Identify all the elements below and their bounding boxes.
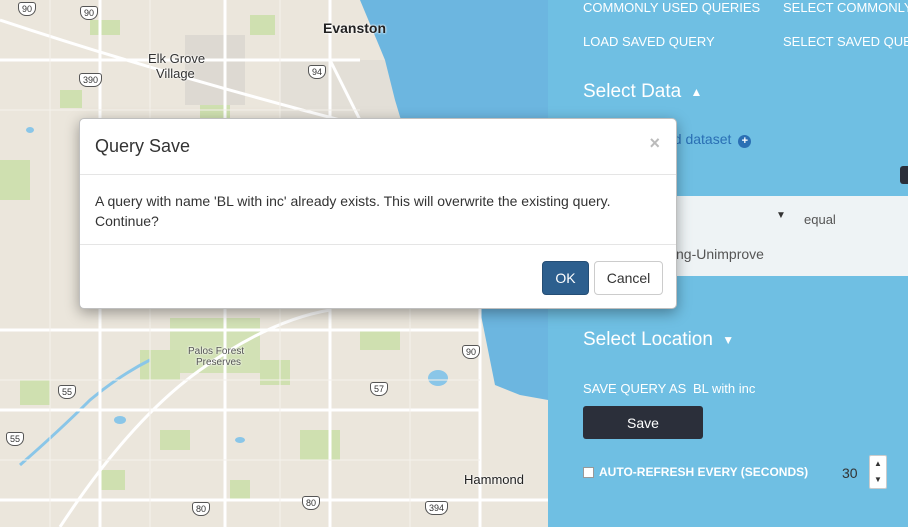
- highway-shield: 55: [58, 385, 77, 399]
- chevron-down-icon: ▼: [722, 332, 735, 347]
- auto-refresh-seconds-input[interactable]: 30: [842, 465, 858, 481]
- add-dataset-link[interactable]: dd dataset +: [666, 131, 752, 148]
- chevron-up-icon: ▲: [690, 84, 703, 99]
- map-label-evanston: Evanston: [323, 20, 387, 36]
- dropdown-caret-icon[interactable]: ▼: [776, 210, 786, 221]
- highway-shield: 90: [80, 6, 99, 20]
- spinner-up-icon[interactable]: ▲: [870, 456, 886, 472]
- dialog-header: Query Save ×: [80, 119, 676, 175]
- collapse-button[interactable]: [900, 166, 908, 184]
- map-label-elk-grove-village: Village: [156, 66, 195, 81]
- load-saved-query-select[interactable]: SELECT SAVED QUE: [783, 34, 908, 49]
- plus-circle-icon: +: [738, 135, 752, 148]
- highway-shield: 57: [370, 382, 389, 396]
- common-queries-select[interactable]: SELECT COMMONLY: [783, 0, 908, 15]
- highway-shield: 55: [6, 432, 25, 446]
- save-button[interactable]: Save: [583, 406, 703, 439]
- filter-operator-select[interactable]: equal: [804, 212, 836, 227]
- load-saved-query-label: LOAD SAVED QUERY: [583, 34, 715, 49]
- map-label-preserves: Preserves: [196, 357, 242, 368]
- auto-refresh-label: AUTO-REFRESH EVERY (SECONDS): [599, 465, 809, 479]
- highway-shield: 394: [425, 501, 449, 515]
- highway-shield: 90: [462, 345, 481, 359]
- highway-shield: 90: [18, 2, 37, 16]
- select-location-toggle[interactable]: Select Location ▼: [583, 329, 734, 351]
- highway-shield: 80: [302, 496, 321, 510]
- seconds-spinner[interactable]: ▲ ▼: [869, 455, 887, 489]
- ok-button[interactable]: OK: [542, 261, 589, 295]
- close-icon[interactable]: ×: [649, 133, 660, 154]
- dialog-message: A query with name 'BL with inc' already …: [80, 175, 676, 245]
- auto-refresh-control[interactable]: AUTO-REFRESH EVERY (SECONDS): [583, 465, 808, 479]
- dialog-title: Query Save: [95, 136, 191, 156]
- common-queries-label: COMMONLY USED QUERIES: [583, 0, 761, 15]
- spinner-down-icon[interactable]: ▼: [870, 472, 886, 488]
- map-label-elk-grove: Elk Grove: [148, 51, 206, 66]
- map-label-hammond: Hammond: [464, 472, 524, 487]
- filter-value-field[interactable]: ng-Unimprove: [676, 246, 764, 262]
- highway-shield: 390: [79, 73, 103, 87]
- highway-shield: 94: [308, 65, 327, 79]
- save-query-name-input[interactable]: BL with inc: [693, 381, 755, 396]
- map-label-palos-forest: Palos Forest: [188, 346, 245, 357]
- auto-refresh-checkbox[interactable]: [583, 466, 594, 478]
- dialog-footer: OK Cancel: [80, 245, 676, 309]
- select-data-title: Select Data: [583, 81, 682, 102]
- select-data-toggle[interactable]: Select Data ▲: [583, 81, 702, 103]
- query-save-dialog: Query Save × A query with name 'BL with …: [79, 118, 677, 309]
- highway-shield: 80: [192, 502, 211, 516]
- cancel-button[interactable]: Cancel: [594, 261, 663, 295]
- save-query-label: SAVE QUERY AS: [583, 381, 687, 396]
- select-location-title: Select Location: [583, 329, 713, 350]
